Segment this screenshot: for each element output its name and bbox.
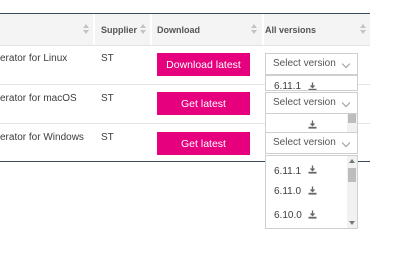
row-name: erator for Linux — [0, 53, 68, 64]
header-all-versions: All versions — [265, 25, 317, 35]
header-supplier: Supplier — [101, 25, 138, 35]
scrollbar-thumb[interactable] — [348, 168, 356, 182]
version-dropdown-list[interactable] — [265, 114, 358, 133]
select-label: Select version — [273, 137, 336, 148]
version-option[interactable]: 6.10.0 — [274, 210, 302, 221]
version-select[interactable]: Select version — [265, 53, 358, 75]
scroll-up-icon[interactable] — [349, 159, 355, 163]
chevron-down-icon — [341, 98, 351, 108]
dropdown-scrollbar[interactable] — [347, 114, 357, 132]
row-supplier: ST — [101, 132, 114, 143]
version-dropdown-list[interactable]: 6.11.1 — [265, 75, 358, 91]
download-icon[interactable] — [308, 165, 317, 174]
dropdown-scrollbar[interactable] — [347, 156, 357, 228]
row-name: erator for macOS — [0, 93, 77, 104]
get-latest-button[interactable]: Get latest — [157, 132, 250, 155]
version-option[interactable]: 6.11.0 — [274, 186, 301, 197]
select-label: Select version — [273, 97, 336, 108]
chevron-down-icon — [341, 59, 351, 69]
row-supplier: ST — [101, 53, 114, 64]
header-download: Download — [157, 25, 200, 35]
scroll-down-icon[interactable] — [349, 221, 355, 225]
version-option[interactable]: 6.11.1 — [274, 166, 301, 177]
version-select[interactable]: Select version — [265, 132, 358, 154]
row-name: erator for Windows — [0, 132, 84, 143]
sort-icon[interactable] — [251, 24, 258, 36]
get-latest-button[interactable]: Get latest — [157, 92, 250, 115]
row-divider — [0, 45, 370, 46]
download-icon[interactable] — [308, 120, 317, 129]
scrollbar-thumb[interactable] — [348, 114, 356, 123]
download-icon[interactable] — [308, 210, 317, 219]
sort-icon[interactable] — [83, 24, 90, 36]
download-icon[interactable] — [308, 82, 317, 90]
sort-icon[interactable] — [140, 24, 147, 36]
download-icon[interactable] — [308, 186, 317, 195]
version-select[interactable]: Select version — [265, 92, 358, 114]
row-supplier: ST — [101, 93, 114, 104]
sort-icon[interactable] — [360, 24, 367, 36]
version-option[interactable]: 6.11.1 — [274, 81, 301, 90]
header-cell-name — [0, 14, 93, 45]
select-label: Select version — [273, 58, 336, 69]
chevron-down-icon — [341, 138, 351, 148]
download-latest-button[interactable]: Download latest — [157, 53, 250, 76]
version-dropdown-list[interactable]: 6.11.1 6.11.0 6.10.0 — [265, 155, 358, 229]
